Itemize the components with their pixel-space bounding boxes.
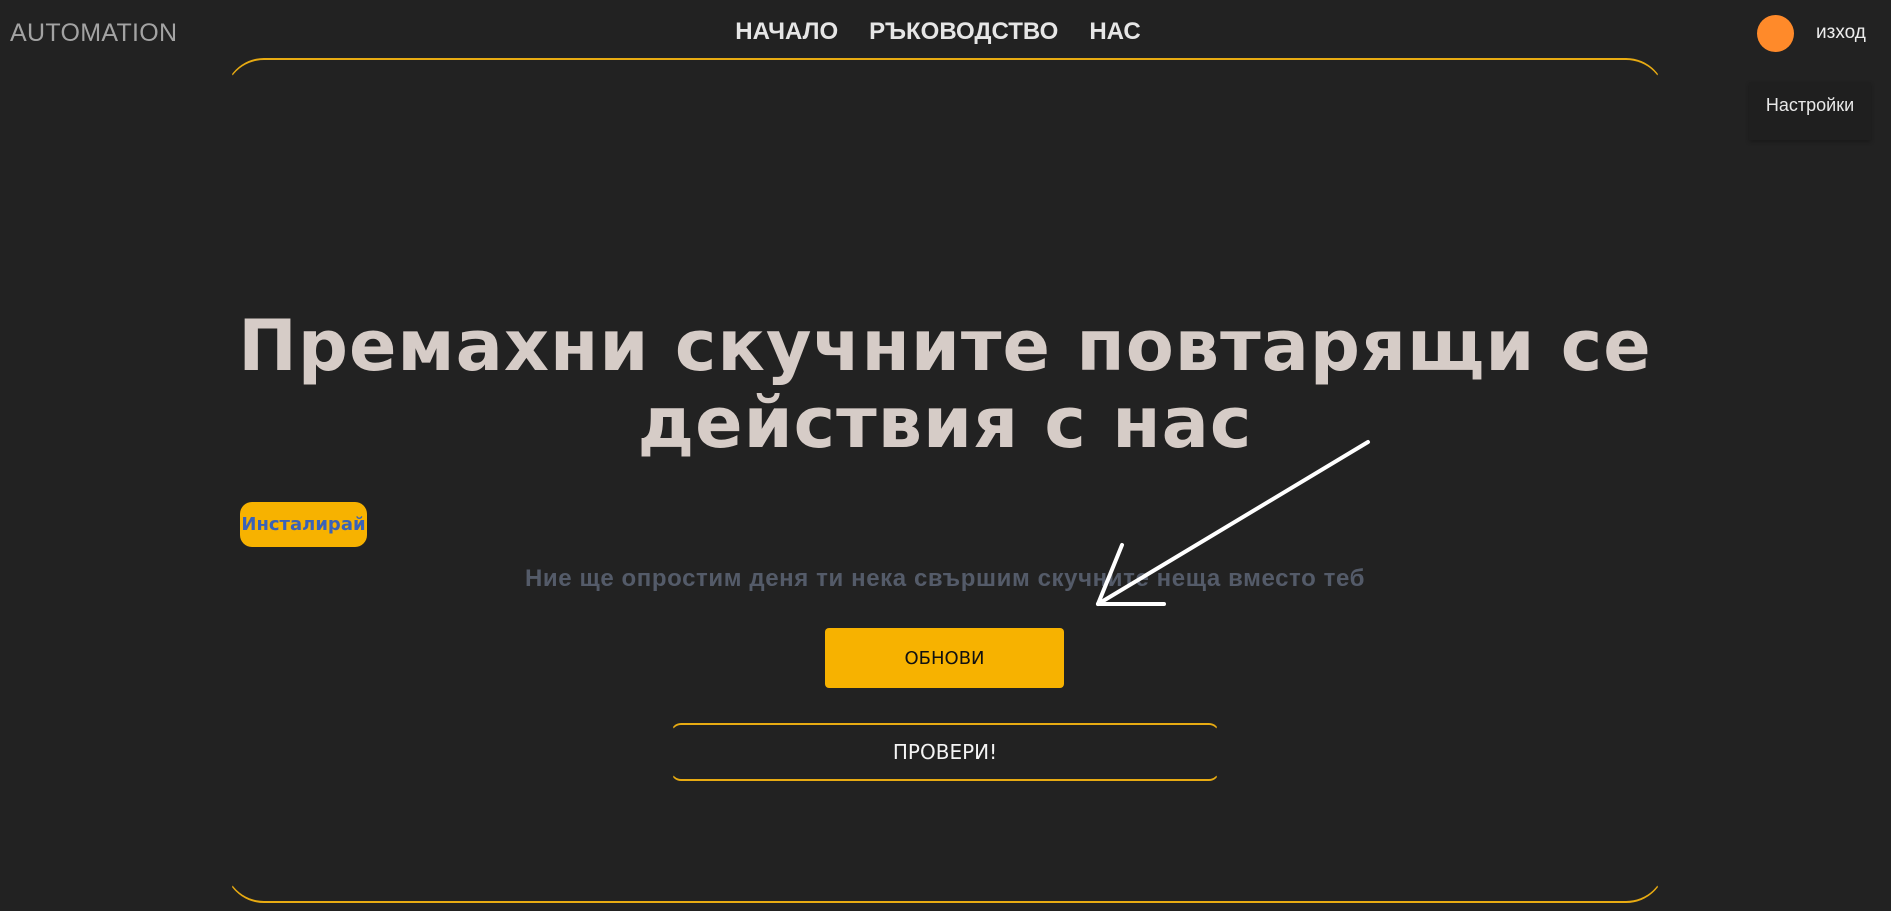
main-nav: НАЧАЛО РЪКОВОДСТВО НАС	[0, 17, 1876, 47]
check-button[interactable]: ПРОВЕРИ!	[671, 723, 1219, 781]
logout-link[interactable]: изход	[1816, 20, 1866, 46]
page: AUTOMATION НАЧАЛО РЪКОВОДСТВО НАС изход …	[0, 0, 1891, 911]
nav-item-home[interactable]: НАЧАЛО	[735, 17, 838, 47]
install-button[interactable]: Инсталирай	[240, 502, 367, 547]
settings-menu-item[interactable]: Настройки	[1749, 92, 1871, 118]
hero-headline: Премахни скучните повтарящи се действия …	[238, 305, 1652, 464]
nav-item-guide[interactable]: РЪКОВОДСТВО	[869, 17, 1058, 47]
nav-item-about[interactable]: НАС	[1089, 17, 1140, 47]
refresh-button[interactable]: ОБНОВИ	[825, 628, 1064, 688]
user-dropdown-menu: Настройки	[1749, 82, 1871, 140]
hero-subtitle: Ние ще опростим деня ти нека свършим ску…	[524, 565, 1366, 592]
avatar[interactable]	[1757, 15, 1794, 52]
